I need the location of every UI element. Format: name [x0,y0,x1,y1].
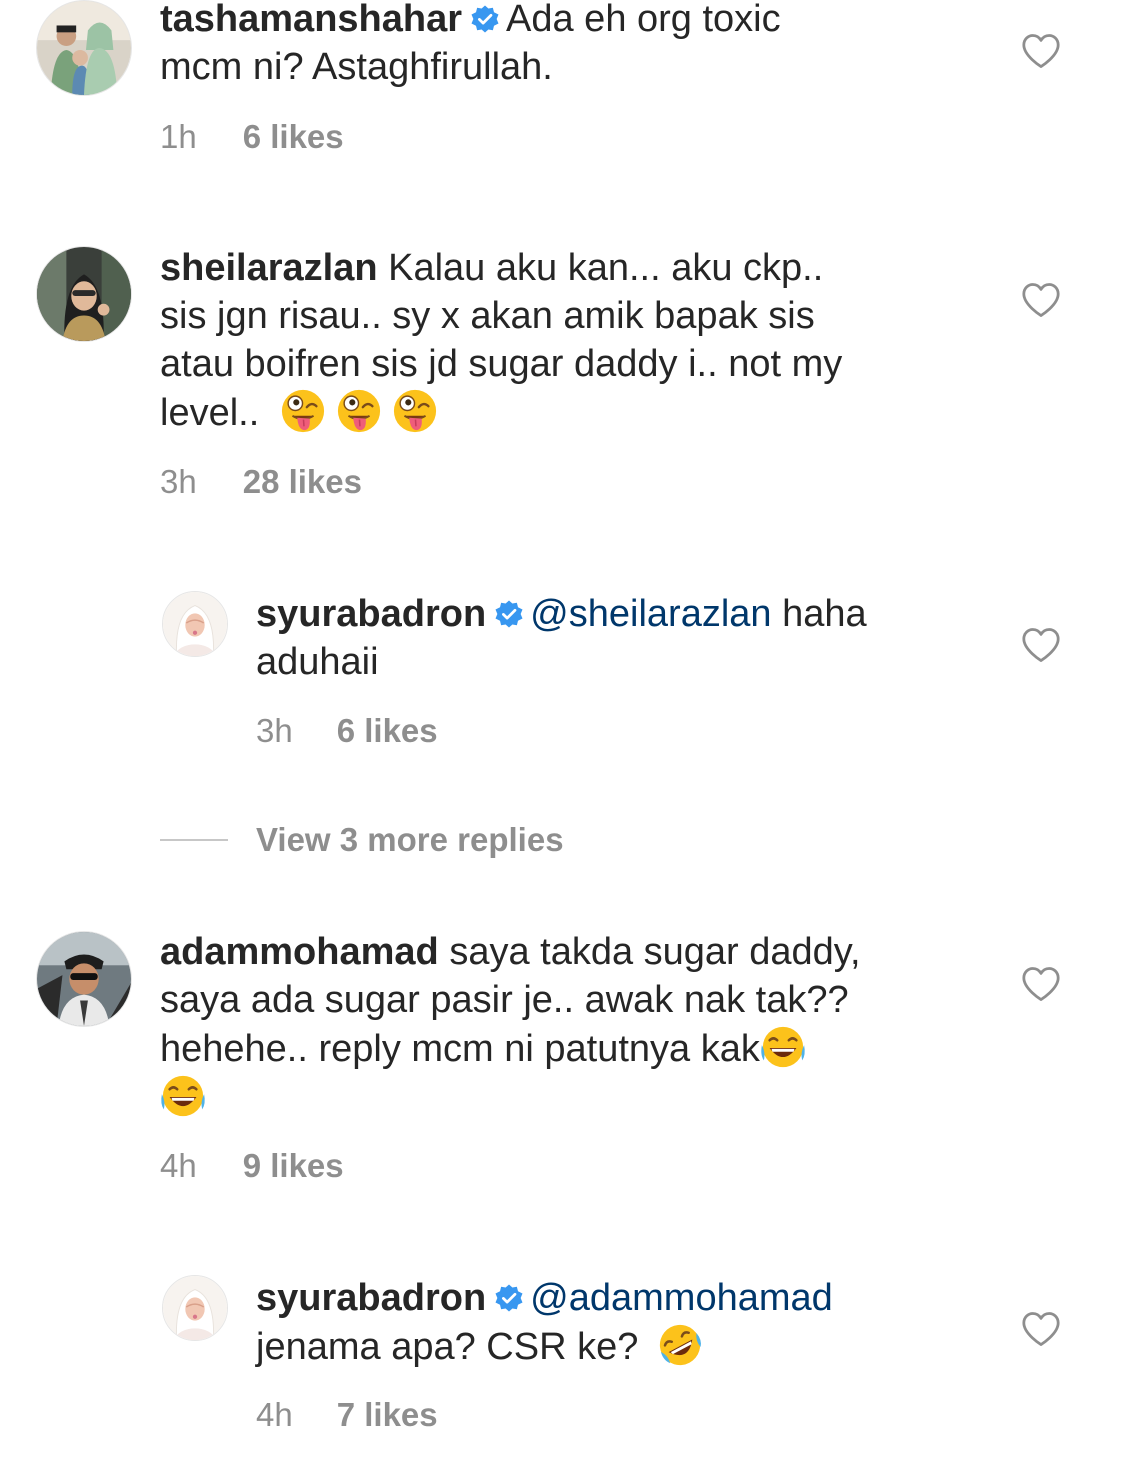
username[interactable]: adammohamad [160,931,439,973]
comment-line: mcm ni? Astaghfirullah. [160,46,553,88]
mention-link[interactable]: @adammohamad [530,1277,833,1319]
timestamp: 4h [160,1147,197,1184]
username[interactable]: syurabadron [256,1277,486,1319]
profile-photo [163,592,227,656]
profile-photo [163,1276,227,1340]
comment-line: haha [771,593,867,635]
comment-line: hehehe.. reply mcm ni patutnya kak [160,1028,760,1070]
comment-line: jenama apa? CSR ke? [256,1326,639,1368]
comment-line: aduhaii [256,641,379,683]
zany-face-icon [336,388,382,434]
username[interactable]: syurabadron [256,593,486,635]
zany-face-icon [280,388,326,434]
avatar-adammohamad[interactable] [36,931,132,1027]
heart-icon[interactable] [1021,33,1061,69]
heart-icon[interactable] [1021,966,1061,1002]
avatar-sheilarazlan[interactable] [36,246,132,342]
comment-text: tashamanshahar Ada eh org toxic mcm ni? A… [160,0,960,91]
comment-line: saya takda sugar daddy, [449,931,861,973]
comment-meta: 1h 6 likes [160,117,344,157]
likes-count[interactable]: 6 likes [243,117,344,157]
likes-count[interactable]: 9 likes [243,1146,344,1186]
likes-count[interactable]: 6 likes [337,711,438,751]
heart-icon[interactable] [1021,1311,1061,1347]
comment-line: sis jgn risau.. sy x akan amik bapak sis [160,295,815,337]
view-more-replies-label[interactable]: View 3 more replies [256,820,564,860]
comment-meta: 3h 28 likes [160,462,362,502]
likes-count[interactable]: 7 likes [337,1395,438,1435]
username[interactable]: sheilarazlan [160,247,378,289]
comment-meta: 4h 9 likes [160,1146,344,1186]
verified-badge-icon [470,4,500,34]
divider-line [160,839,228,841]
reply-text: syurabadron @sheilarazlan haha aduhaii [256,590,976,686]
verified-badge-icon [494,599,524,629]
comment-line: atau boifren sis jd sugar daddy i.. not … [160,343,843,385]
verified-badge-icon [494,1283,524,1313]
likes-count[interactable]: 28 likes [243,462,362,502]
profile-photo [37,932,131,1026]
comment-text: sheilarazlan Kalau aku kan... aku ckp.. … [160,244,960,437]
profile-photo [37,1,131,95]
reply-text: syurabadron @adammohamad jenama apa? CSR … [256,1274,976,1371]
mention-link[interactable]: @sheilarazlan [530,593,771,635]
avatar-syurabadron[interactable] [162,1275,228,1341]
tears-of-joy-face-icon [760,1024,806,1070]
avatar-tashamanshahar[interactable] [36,0,132,96]
timestamp: 1h [160,118,197,155]
profile-photo [37,247,131,341]
heart-icon[interactable] [1021,282,1061,318]
rolling-on-floor-laughing-face-icon [657,1322,703,1368]
timestamp: 3h [256,712,293,749]
reply-meta: 3h 6 likes [256,711,438,751]
timestamp: 3h [160,463,197,500]
comment-line: Kalau aku kan... aku ckp.. [388,247,824,289]
comment-line: Ada eh org toxic [506,0,781,40]
zany-face-icon [392,388,438,434]
tears-of-joy-face-icon [160,1073,206,1119]
heart-icon[interactable] [1021,627,1061,663]
username[interactable]: tashamanshahar [160,0,462,40]
comment-line: level.. [160,392,260,434]
reply-meta: 4h 7 likes [256,1395,438,1435]
comment-line: saya ada sugar pasir je.. awak nak tak?? [160,979,849,1021]
comment-text: adammohamad saya takda sugar daddy, saya… [160,928,960,1122]
timestamp: 4h [256,1396,293,1433]
avatar-syurabadron[interactable] [162,591,228,657]
